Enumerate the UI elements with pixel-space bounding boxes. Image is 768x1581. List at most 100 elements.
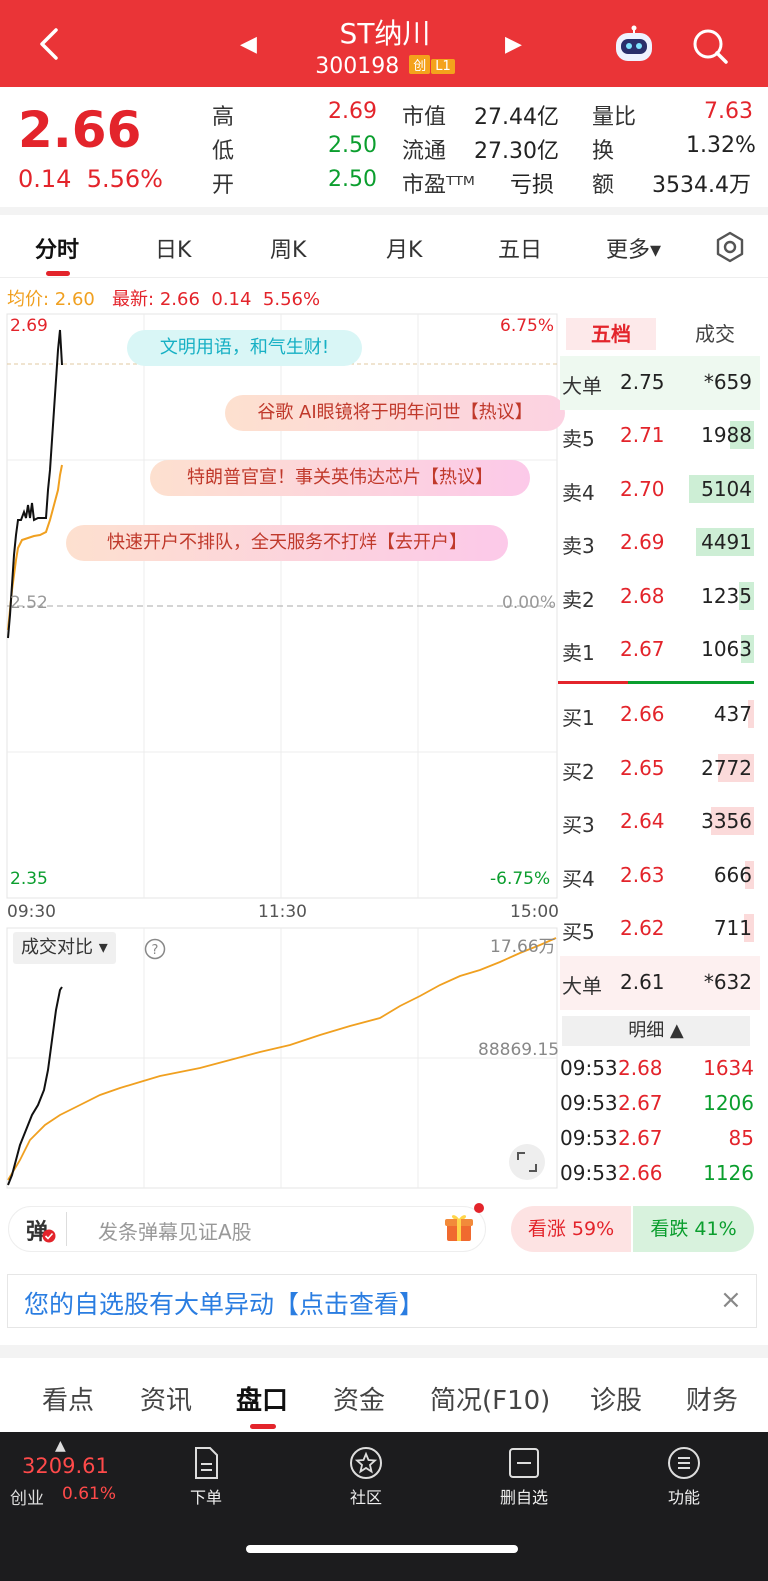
- x-label-open: 09:30: [7, 902, 56, 922]
- tab-finance[interactable]: 财务: [686, 1380, 738, 1417]
- robot-assistant-icon[interactable]: [612, 25, 656, 65]
- home-indicator[interactable]: [246, 1545, 518, 1553]
- next-stock-icon[interactable]: ▶: [505, 32, 522, 57]
- tab-weekly-k[interactable]: 周K: [270, 232, 306, 264]
- detail-toggle[interactable]: 明细 ▲: [562, 1016, 750, 1046]
- tabbar-community-label: 社区: [349, 1488, 382, 1507]
- tab-five-levels[interactable]: 五档: [566, 318, 656, 350]
- danmu-bubble[interactable]: 文明用语，和气生财!: [127, 330, 362, 366]
- trade-row: 09:53 2.67 85: [560, 1122, 754, 1156]
- pe-value: 亏损: [510, 173, 555, 198]
- search-icon[interactable]: [690, 26, 730, 66]
- tab-capital[interactable]: 资金: [333, 1380, 385, 1417]
- trade-row: 09:53 2.66 1126: [560, 1157, 754, 1191]
- help-icon[interactable]: ?: [144, 938, 166, 960]
- divider: [66, 1212, 67, 1246]
- danmu-bubble[interactable]: 谷歌 AI眼镜将于明年问世【热议】: [225, 395, 565, 431]
- tab-monthly-k[interactable]: 月K: [386, 232, 422, 264]
- community-star-icon: [350, 1447, 382, 1479]
- quote-panel: 2.66 0.14 5.56% 高 2.69 低 2.50 开 2.50 市值 …: [0, 87, 768, 207]
- trade-volume: 1126: [703, 1161, 754, 1185]
- high-value: 2.69: [328, 99, 377, 124]
- trade-price: 2.68: [618, 1056, 663, 1080]
- expand-chart-icon[interactable]: [509, 1144, 545, 1180]
- price-change: 0.14 5.56%: [18, 165, 163, 193]
- float-value: 27.30亿: [474, 139, 559, 164]
- volume-mid-label: 88869.15: [478, 1040, 560, 1060]
- bid-level-price: 2.62: [620, 916, 665, 941]
- mcap-label: 市值: [402, 105, 447, 130]
- ask-level-price: 2.71: [620, 423, 665, 447]
- svg-text:?: ?: [152, 943, 159, 958]
- ask-row: 卖5 2.71 1988: [560, 409, 760, 463]
- gear-icon[interactable]: [714, 231, 746, 263]
- tabbar-order-label: 下单: [189, 1488, 222, 1507]
- remove-watchlist-icon: [509, 1448, 539, 1478]
- latest-change: 0.14: [211, 289, 252, 310]
- tab-five-day[interactable]: 五日: [498, 232, 542, 264]
- bid-level-volume: 2772: [701, 755, 752, 780]
- index-value[interactable]: 3209.61: [22, 1454, 109, 1478]
- ask-level-price: 2.68: [620, 583, 665, 608]
- tabbar-community[interactable]: 社区: [326, 1446, 406, 1508]
- high-label: 高: [212, 105, 235, 130]
- danmu-bubble[interactable]: 快速开户不排队，全天服务不打烊【去开户】: [66, 525, 508, 561]
- tab-f10[interactable]: 简况(F10): [430, 1380, 550, 1417]
- trade-price: 2.67: [618, 1126, 663, 1150]
- ask-level-label: 卖2: [562, 587, 595, 612]
- tab-more[interactable]: 更多▾: [606, 232, 661, 264]
- chart-mid-pct: 0.00%: [502, 593, 557, 613]
- pe-label: 市盈ᵀᵀᴹ: [402, 173, 475, 198]
- tab-highlights[interactable]: 看点: [42, 1380, 94, 1417]
- ask-level-label: 卖1: [562, 641, 595, 666]
- trade-time: 09:53: [560, 1161, 618, 1185]
- trade-volume: 1206: [703, 1091, 754, 1115]
- bid-level-label: 买1: [562, 706, 595, 730]
- big-sell-vol: *659: [703, 370, 752, 394]
- ask-row: 卖2 2.68 1235: [560, 570, 760, 624]
- danmu-bubble[interactable]: 特朗普官宣！事关英伟达芯片【热议】: [150, 460, 530, 496]
- close-icon[interactable]: ×: [720, 1285, 742, 1315]
- avg-price-row: 均价: 2.60 最新: 2.66 0.14 5.56%: [7, 285, 320, 311]
- latest-pct: 5.56%: [262, 289, 321, 310]
- avg-price: 均价: 2.60: [7, 289, 95, 310]
- ask-level-price: 2.69: [620, 530, 665, 555]
- chart-mid-price: 2.52: [10, 593, 48, 613]
- vote-down-button[interactable]: 看跌 41%: [633, 1206, 754, 1252]
- bid-level-price: 2.65: [620, 755, 665, 780]
- ask-row: 卖1 2.67 1063: [560, 623, 760, 677]
- tab-news[interactable]: 资讯: [140, 1380, 192, 1417]
- book-divider-green: [628, 681, 754, 684]
- notice-text[interactable]: 您的自选股有大单异动【点击查看】: [24, 1285, 424, 1321]
- tab-deals[interactable]: 成交: [680, 318, 750, 350]
- ask-level-label: 卖4: [562, 480, 595, 505]
- turnover-label: 换: [592, 139, 615, 164]
- tag-chuang: 创: [409, 55, 431, 74]
- tab-intraday[interactable]: 分时: [35, 232, 79, 264]
- tabbar-remove-watchlist[interactable]: 删自选: [484, 1446, 564, 1508]
- book-divider-red: [558, 681, 628, 684]
- big-buy-label: 大单: [562, 974, 602, 998]
- tab-market-depth[interactable]: 盘口: [236, 1380, 288, 1417]
- gift-icon[interactable]: [442, 1210, 476, 1244]
- tabbar-functions[interactable]: 功能: [644, 1446, 724, 1508]
- bid-level-volume: 3356: [701, 809, 752, 834]
- amount-value: 3534.4万: [652, 173, 751, 198]
- trade-time: 09:53: [560, 1056, 618, 1080]
- intraday-chart[interactable]: [0, 310, 560, 1190]
- low-label: 低: [212, 139, 235, 164]
- bid-row: 买3 2.64 3356: [560, 795, 760, 849]
- prev-stock-icon[interactable]: ◀: [240, 32, 257, 57]
- volume-compare-dropdown[interactable]: 成交对比 ▾: [13, 932, 116, 964]
- tab-diagnosis[interactable]: 诊股: [590, 1380, 642, 1417]
- bid-level-label: 买5: [562, 920, 595, 945]
- check-badge-icon: [42, 1229, 56, 1243]
- open-label: 开: [212, 173, 235, 198]
- order-book: 五档 成交 大单 2.75 *659 卖5 2.71 1988 卖4 2.70 5104 卖…: [558, 314, 760, 1194]
- vote-up-button[interactable]: 看涨 59%: [511, 1206, 631, 1252]
- tabbar-order[interactable]: 下单: [166, 1446, 246, 1508]
- back-arrow-icon[interactable]: [30, 22, 74, 66]
- notice-banner[interactable]: 您的自选股有大单异动【点击查看】 ×: [7, 1274, 757, 1328]
- low-value: 2.50: [328, 133, 377, 158]
- tab-daily-k[interactable]: 日K: [155, 232, 191, 264]
